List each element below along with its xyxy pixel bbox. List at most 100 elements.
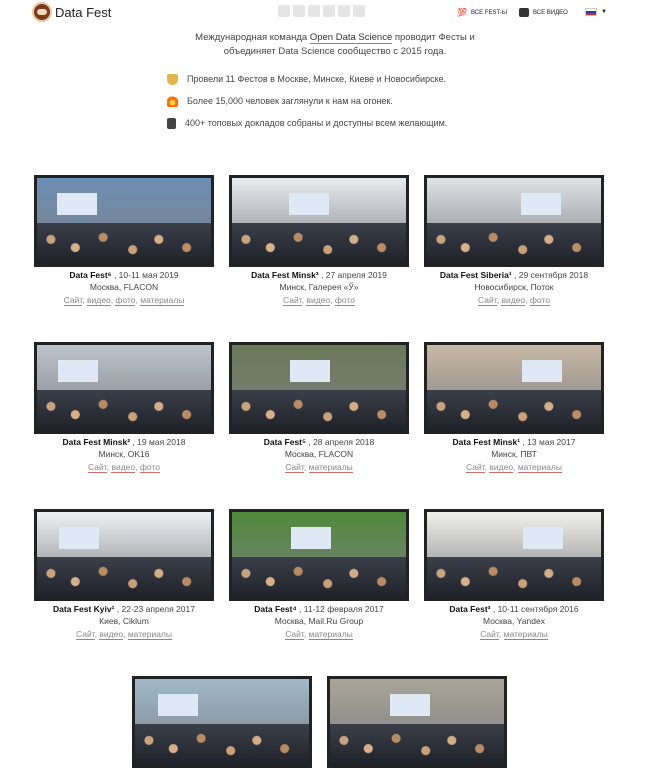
event-date: , 10-11 сентября 2016 [490,604,579,614]
event-link[interactable]: Сайт [285,462,304,473]
event-photo[interactable] [229,175,409,267]
event-photo[interactable] [34,509,214,601]
fact-item: 400+ топовых докладов собраны и доступны… [167,112,447,134]
social-icon[interactable] [353,5,365,17]
event-link[interactable]: видео [306,295,331,306]
event-name: Data Fest⁴ [254,604,297,614]
event-card: Data Fest Minsk² , 19 мая 2018 Минск, OK1… [34,342,214,474]
event-link[interactable]: видео [489,462,514,473]
event-link[interactable]: видео [111,462,136,473]
nav-all-fests-label: ВСЕ FEST-Ы [470,9,508,16]
event-card: Data Fest⁵ , 28 апреля 2018 Москва, FLACO… [229,342,409,474]
event-venue: Москва, FLACON [284,449,354,459]
event-photo[interactable] [132,676,312,768]
event-card: Data Fest Siberia¹ , 29 сентября 2018 Нов… [424,175,604,307]
social-icon[interactable] [278,5,290,17]
russia-flag-icon [585,8,597,16]
nav-all-fests[interactable]: 💯 ВСЕ FEST-Ы [457,8,507,17]
event-photo-crowd [135,723,309,765]
event-name: Data Fest Minsk¹ [452,437,521,447]
event-name: Data Fest Siberia¹ [439,270,512,280]
event-photo[interactable] [34,175,214,267]
event-title: Data Fest Minsk³ , 27 апреля 2019 [229,270,409,281]
event-link[interactable]: материалы [127,629,172,640]
open-data-science-link[interactable]: Open Data Science [309,32,393,44]
event-photo-screen [523,527,563,550]
event-link[interactable]: видео [87,295,111,306]
link-separator: , [498,629,504,639]
event-link[interactable]: фото [139,462,160,473]
event-venue: Киев, Ciklum [99,616,149,626]
link-separator: , [303,629,309,639]
event-card [132,676,312,768]
trophy-icon [167,73,178,85]
event-photo[interactable] [424,342,604,434]
event-photo[interactable] [327,676,507,768]
event-link[interactable]: Сайт [478,295,497,306]
social-icon[interactable] [338,5,350,17]
nav-all-video[interactable]: ВСЕ ВИДЕО [519,8,568,17]
event-photo-screen [57,193,97,216]
event-photo-crowd [232,556,406,598]
data-fest-logo-icon[interactable] [32,2,52,22]
event-card: Data Fest³ , 10-11 сентября 2016 Москва, … [424,509,604,641]
social-icons [278,5,365,19]
event-photo-screen [59,527,99,550]
event-link[interactable]: видео [99,629,124,640]
event-link[interactable]: материалы [308,629,353,640]
event-photo-screen [158,694,198,717]
event-name: Data Fest Minsk³ [251,270,319,280]
event-link[interactable]: Сайт [283,295,302,306]
event-photo[interactable] [229,342,409,434]
event-link[interactable]: фото [334,295,355,306]
intro-text-part: проводит Фесты и [392,32,475,43]
event-date: , 29 сентября 2018 [511,270,589,280]
event-title: Data Fest Minsk² , 19 мая 2018 [34,437,214,448]
event-links: Сайт, видео, фото [424,293,604,307]
event-name: Data Fest³ [449,604,491,614]
event-photo[interactable] [34,342,214,434]
event-date: , 11-12 февраля 2017 [296,604,384,614]
event-venue: Минск, OK16 [98,449,150,459]
top-bar: Data Fest 💯 ВСЕ FEST-Ы ВСЕ ВИДЕО ▼ [0,0,670,28]
fact-text: 400+ топовых докладов собраны и доступны… [185,118,448,128]
event-link[interactable]: фото [529,295,550,306]
event-link[interactable]: Сайт [285,629,304,640]
event-link[interactable]: Сайт [63,295,83,306]
event-links: Сайт, видео, фото [229,293,409,307]
social-icon[interactable] [308,5,320,17]
event-photo[interactable] [229,509,409,601]
event-photo-screen [290,360,330,383]
nav-all-video-label: ВСЕ ВИДЕО [533,9,568,16]
social-icon[interactable] [293,5,305,17]
event-links: Сайт, видео, материалы [34,627,214,641]
brand-name[interactable]: Data Fest [55,5,111,20]
event-link[interactable]: материалы [140,295,185,306]
event-links: Сайт, материалы [229,627,409,641]
event-photo-screen [390,694,430,717]
event-link[interactable]: материалы [308,462,353,473]
facts-list: Провели 11 Фестов в Москве, Минске, Киев… [167,68,447,134]
event-link[interactable]: Сайт [88,462,107,473]
event-photo[interactable] [424,175,604,267]
intro-text-part: Международная команда [195,32,310,43]
event-date: , 19 мая 2018 [130,437,186,447]
event-link[interactable]: Сайт [465,462,485,473]
intro-text-part: объединяет Data Science сообщество с 201… [223,46,447,57]
event-venue: Москва, Mail.Ru Group [274,616,364,626]
event-link[interactable]: фото [115,295,136,306]
event-title: Data Fest Kyiv¹ , 22-23 апреля 2017 [34,604,214,615]
event-link[interactable]: Сайт [75,629,95,640]
fact-item: Более 15,000 человек заглянули к нам на … [167,90,447,112]
social-icon[interactable] [323,5,335,17]
event-link[interactable]: материалы [517,462,562,473]
event-name: Data Fest⁶ [69,270,112,280]
event-photo-crowd [232,222,406,264]
event-date: , 28 апреля 2018 [306,437,375,447]
event-link[interactable]: материалы [503,629,548,640]
event-name: Data Fest⁵ [263,437,306,447]
event-link[interactable]: Сайт [480,629,499,640]
language-dropdown[interactable]: ▼ [585,8,607,16]
event-link[interactable]: видео [501,295,526,306]
event-photo[interactable] [424,509,604,601]
